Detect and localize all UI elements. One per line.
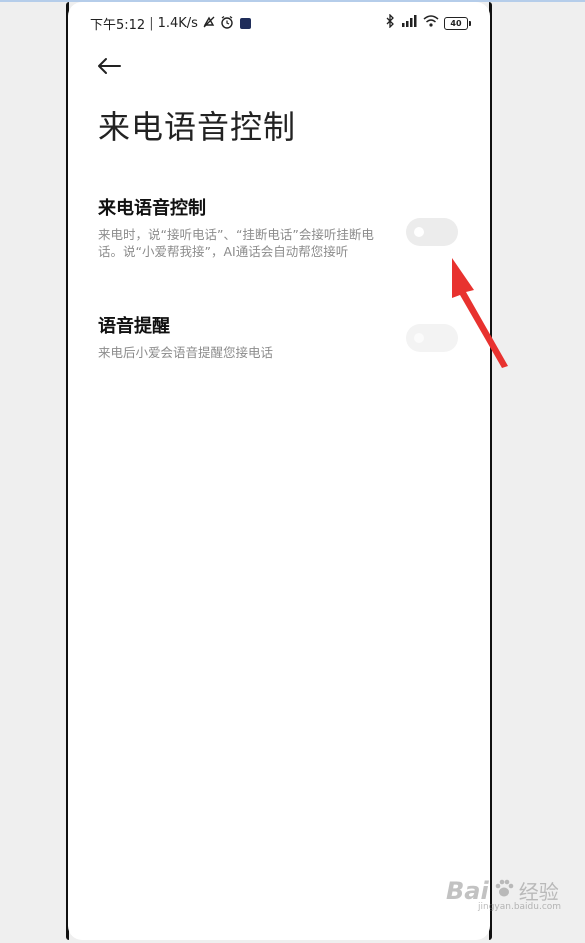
watermark-suffix: 经验 [518,880,559,904]
paw-icon [493,878,515,904]
watermark-brand: Bai [446,876,489,905]
phone-screen: 下午5:12 | 1.4K/s 40 来电语音控制 来电语音控制 来电时，说“接… [68,2,490,940]
watermark: Bai 经验 [446,876,559,905]
alarm-clock-icon [220,15,234,33]
annotation-arrow [452,258,508,368]
setting-title: 来电语音控制 [98,198,206,219]
bluetooth-icon [385,13,395,32]
status-bar: 下午5:12 | 1.4K/s 40 [68,2,490,42]
arrow-left-icon [98,58,121,74]
signal-icon [400,14,418,32]
back-button[interactable] [94,52,124,80]
setting-description: 来电后小爱会语音提醒您接电话 [98,345,274,360]
status-left: 下午5:12 | 1.4K/s [90,14,251,33]
app-notification-icon [239,18,251,29]
toggle-knob [414,333,424,343]
wifi-icon [423,14,439,32]
status-right: 40 [385,13,471,32]
page-title: 来电语音控制 [98,108,297,146]
toggle-knob [414,227,424,237]
status-time: 下午5:12 [90,18,146,33]
status-separator: | [149,16,154,31]
battery-icon: 40 [444,16,471,30]
do-not-disturb-icon [202,15,216,33]
incoming-call-voice-control-toggle[interactable] [406,218,458,246]
setting-description: 来电时，说“接听电话”、“挂断电话”会接听挂断电话。说“小爱帮我接”，AI通话会… [98,227,374,259]
network-speed: 1.4K/s [157,16,198,31]
watermark-url: jingyan.baidu.com [478,902,562,912]
